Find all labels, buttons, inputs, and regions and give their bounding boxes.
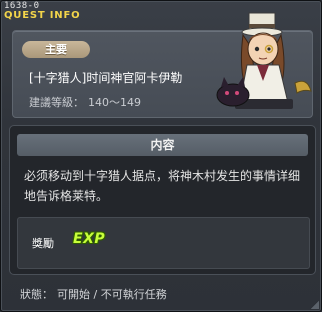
quest-status: 狀態： 可開始 / 不可執行任務 — [20, 286, 171, 302]
reward-label: 獎勵 — [32, 237, 54, 250]
level-label: 建議等級： — [29, 96, 84, 109]
quest-info-window: 1638-0 QUEST INFO 主要 [十字猎人]时间神官阿卡伊勒 建議等級… — [0, 0, 322, 312]
npc-portrait-icon — [216, 12, 312, 109]
status-value: 可開始 / 不可執行任務 — [57, 288, 167, 301]
quest-name: [十字猎人]时间神官阿卡伊勒 — [29, 71, 183, 85]
quest-type-badge: 主要 — [22, 41, 90, 58]
exp-icon[interactable]: EXP — [73, 231, 105, 247]
quest-level: 建議等級： 140～149 — [29, 94, 141, 110]
quest-description: 必须移动到十字猎人据点，将神木村发生的事情详细地告诉格莱特。 — [24, 169, 301, 203]
level-range: 140～149 — [88, 96, 141, 109]
status-label: 狀態： — [20, 288, 53, 301]
reward-box: 獎勵 EXP — [17, 217, 310, 269]
window-title[interactable]: QUEST INFO — [4, 10, 80, 21]
content-panel: 内容 必须移动到十字猎人据点，将神木村发生的事情详细地告诉格莱特。 獎勵 EXP — [9, 125, 316, 275]
content-header: 内容 — [17, 134, 308, 156]
resize-grip[interactable] — [311, 301, 319, 309]
